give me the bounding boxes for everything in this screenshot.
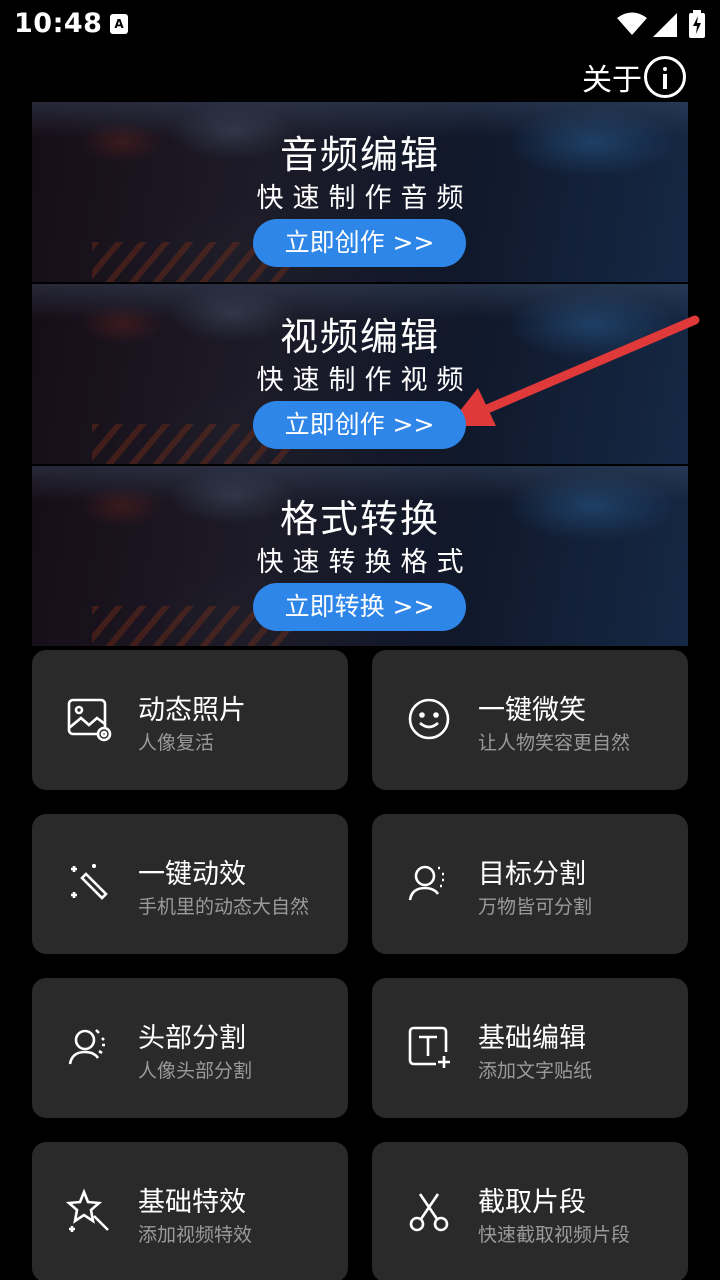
notification-a-icon: A [110, 14, 128, 34]
card-subtitle: 让人物笑容更自然 [478, 732, 631, 754]
card-title: 一键微笑 [478, 695, 586, 726]
banner-subtitle: 快速转换格式 [256, 547, 473, 578]
smile-icon [408, 698, 450, 740]
status-bar: 10:48 A [0, 0, 720, 50]
card-subtitle: 人像复活 [138, 732, 215, 754]
photo-gear-icon [67, 698, 112, 742]
create-audio-button[interactable]: 立即创作 >> [253, 219, 466, 267]
card-title: 一键动效 [138, 859, 246, 890]
card-subtitle: 手机里的动态大自然 [138, 896, 310, 918]
feature-card-clip-segment[interactable]: 截取片段 快速截取视频片段 [372, 1142, 688, 1280]
create-video-button[interactable]: 立即创作 >> [253, 401, 466, 449]
banner-title: 格式转换 [279, 497, 440, 541]
about-label: 关于 [582, 63, 642, 98]
info-icon [644, 56, 686, 98]
card-title: 基础特效 [138, 1187, 246, 1218]
feature-card-basic-edit[interactable]: 基础编辑 添加文字贴纸 [372, 978, 688, 1118]
feature-card-basic-effects[interactable]: 基础特效 添加视频特效 [32, 1142, 348, 1280]
head-segment-icon [68, 1029, 105, 1065]
banner-title: 视频编辑 [279, 315, 440, 359]
battery-charging-icon [689, 10, 705, 38]
feature-card-head-segment[interactable]: 头部分割 人像头部分割 [32, 978, 348, 1118]
feature-card-one-click-smile[interactable]: 一键微笑 让人物笑容更自然 [372, 650, 688, 790]
card-subtitle: 人像头部分割 [138, 1060, 253, 1082]
card-title: 基础编辑 [478, 1023, 586, 1054]
card-subtitle: 万物皆可分割 [478, 896, 593, 918]
feature-card-object-segment[interactable]: 目标分割 万物皆可分割 [372, 814, 688, 954]
star-wand-icon [66, 1188, 109, 1232]
card-subtitle: 添加文字贴纸 [478, 1060, 593, 1082]
status-time: 10:48 [14, 8, 103, 39]
scissors-icon [409, 1193, 449, 1232]
convert-format-button[interactable]: 立即转换 >> [253, 583, 466, 631]
text-add-icon [408, 1026, 450, 1068]
feature-card-live-photo[interactable]: 动态照片 人像复活 [32, 650, 348, 790]
card-title: 头部分割 [138, 1023, 246, 1054]
banner-title: 音频编辑 [279, 133, 440, 177]
card-subtitle: 添加视频特效 [138, 1224, 253, 1246]
wifi-icon [617, 12, 647, 35]
card-title: 动态照片 [138, 695, 246, 726]
card-title: 截取片段 [478, 1187, 586, 1218]
banner-subtitle: 快速制作视频 [256, 365, 473, 396]
banner-audio-edit[interactable]: 音频编辑 快速制作音频 立即创作 >> [32, 102, 688, 282]
banner-format-convert[interactable]: 格式转换 快速转换格式 立即转换 >> [32, 466, 688, 646]
card-title: 目标分割 [478, 859, 586, 890]
banner-video-edit[interactable]: 视频编辑 快速制作视频 立即创作 >> [32, 284, 688, 464]
about-button[interactable]: 关于 [582, 56, 686, 98]
feature-card-one-click-effect[interactable]: 一键动效 手机里的动态大自然 [32, 814, 348, 954]
banner-subtitle: 快速制作音频 [256, 183, 473, 214]
person-segment-icon [408, 865, 444, 901]
magic-wand-icon [71, 864, 108, 900]
card-subtitle: 快速截取视频片段 [478, 1224, 631, 1246]
signal-icon [653, 13, 677, 37]
